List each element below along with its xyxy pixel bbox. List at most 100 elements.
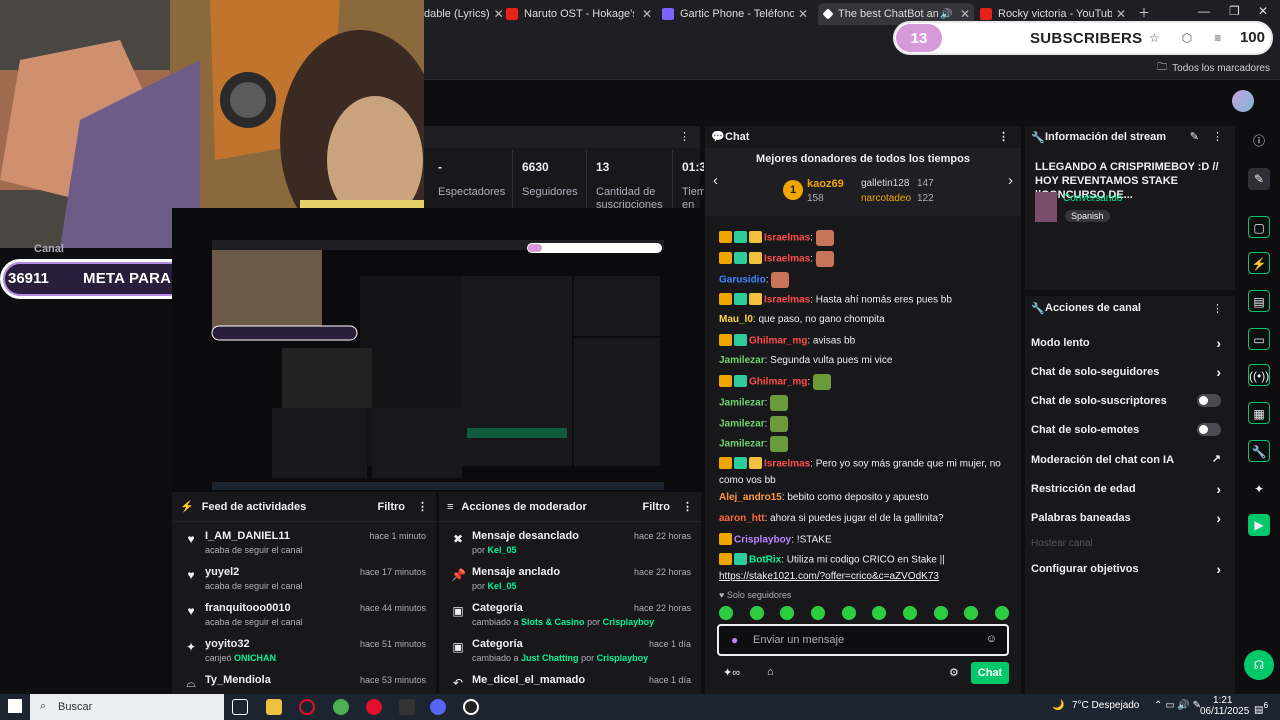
filter-button[interactable]: Filtro bbox=[643, 501, 671, 513]
all-bookmarks[interactable]: 🗀 Todos los marcadores bbox=[1157, 60, 1270, 77]
new-tab-button[interactable]: ＋ bbox=[1138, 4, 1150, 21]
chat-message[interactable]: Jamilezar: bbox=[719, 416, 1019, 433]
emote-icon[interactable] bbox=[749, 606, 764, 620]
chat-username[interactable]: Jamilezar bbox=[719, 398, 765, 409]
chat-message[interactable]: Jamilezar: Segunda vulta pues mi vice bbox=[719, 353, 1019, 369]
chat-message[interactable]: BotRix: Utiliza mi codigo CRICO en Stake… bbox=[719, 552, 1019, 585]
chat-username[interactable]: BotRix bbox=[749, 555, 781, 566]
feed-item[interactable]: ✦ yoyito32 canjeó ONICHAN hace 51 minuto… bbox=[172, 636, 436, 672]
maximize-button[interactable]: ❐ bbox=[1229, 4, 1240, 18]
chat-message[interactable]: Israelmas: bbox=[719, 230, 1019, 247]
chat-username[interactable]: Jamilezar bbox=[719, 355, 765, 366]
more-options-icon[interactable]: ⋮ bbox=[1212, 302, 1223, 315]
more-options-icon[interactable]: ⋮ bbox=[682, 500, 693, 513]
emote-icon[interactable] bbox=[933, 606, 948, 620]
chat-username[interactable]: Israelmas bbox=[764, 295, 810, 306]
playlist-icon[interactable]: ≡ bbox=[1214, 31, 1221, 45]
filter-button[interactable]: Filtro bbox=[378, 501, 406, 513]
chat-username[interactable]: Israelmas bbox=[764, 459, 810, 470]
close-window-button[interactable]: ✕ bbox=[1258, 4, 1268, 18]
feed-item[interactable]: ♥ I_AM_DANIEL11 acaba de seguir el canal… bbox=[172, 528, 436, 564]
more-options-icon[interactable]: ⋮ bbox=[998, 130, 1009, 143]
discord-icon[interactable] bbox=[430, 699, 446, 715]
chat-message[interactable]: Israelmas: Hasta ahí nomás eres pues bb bbox=[719, 292, 1019, 309]
chat-username[interactable]: Alej_andro15 bbox=[719, 492, 782, 503]
emote-icon[interactable] bbox=[902, 606, 917, 620]
chat-username[interactable]: Jamilezar bbox=[719, 439, 765, 450]
mod-item[interactable]: ▣ Categoría cambiado a Slots & Casino po… bbox=[439, 600, 701, 636]
stream-category[interactable]: Conversando bbox=[1063, 193, 1122, 204]
next-arrow-icon[interactable]: › bbox=[1008, 172, 1013, 189]
chat-username[interactable]: Jamilezar bbox=[719, 419, 765, 430]
chat-input[interactable]: ● Enviar un mensaje ☺ bbox=[717, 624, 1009, 656]
clock-date[interactable]: 06/11/2025 bbox=[1200, 706, 1249, 717]
channel-points-icon[interactable]: ✦∞ bbox=[723, 666, 740, 679]
weather-label[interactable]: 7°C Despejado bbox=[1072, 700, 1139, 711]
opera-icon[interactable] bbox=[299, 699, 315, 715]
chat-message[interactable]: Israelmas: Pero yo soy más grande que mi… bbox=[719, 456, 1019, 489]
more-options-icon[interactable]: ⋮ bbox=[1212, 130, 1223, 143]
chat-message[interactable]: Crisplayboy: !STAKE bbox=[719, 532, 1019, 549]
chat-username[interactable]: Mau_l0 bbox=[719, 314, 753, 325]
close-tab-icon[interactable]: ✕ bbox=[1112, 7, 1130, 21]
layout-icon[interactable]: ▦ bbox=[1248, 402, 1270, 424]
clock-time[interactable]: 1:21 bbox=[1213, 695, 1232, 706]
mod-item[interactable]: 📌 Mensaje anclado por Kel_05 hace 22 hor… bbox=[439, 564, 701, 600]
emote-icon[interactable] bbox=[994, 606, 1009, 620]
close-tab-icon[interactable]: ✕ bbox=[956, 7, 974, 21]
chat-message[interactable]: Jamilezar: bbox=[719, 436, 1019, 453]
action-banned-words[interactable]: Palabras baneadas › bbox=[1031, 510, 1229, 526]
chat-username[interactable]: aaron_htt bbox=[719, 513, 765, 524]
taskbar-search[interactable]: ⌕ Buscar bbox=[30, 694, 224, 720]
mod-item[interactable]: ✖ Mensaje desanclado por Kel_05 hace 22 … bbox=[439, 528, 701, 564]
feed-item[interactable]: ♥ franquitooo0010 acaba de seguir el can… bbox=[172, 600, 436, 636]
settings-gear-icon[interactable]: ⚙ bbox=[949, 666, 959, 679]
close-tab-icon[interactable]: ✕ bbox=[794, 7, 812, 21]
windows-start-icon[interactable] bbox=[8, 699, 22, 713]
action-ai-moderation[interactable]: Moderación del chat con IA ↗ bbox=[1031, 453, 1229, 466]
emote-icon[interactable] bbox=[719, 606, 733, 620]
chat-message[interactable]: Ghilmar_mg: avisas bb bbox=[719, 333, 1019, 350]
more-options-icon[interactable]: ⋮ bbox=[417, 500, 428, 513]
chat-message[interactable]: Garusidio: bbox=[719, 272, 1019, 289]
mod-item[interactable]: ▣ Categoría cambiado a Just Chatting por… bbox=[439, 636, 701, 672]
action-age-restriction[interactable]: Restricción de edad › bbox=[1031, 481, 1229, 497]
close-tab-icon[interactable]: ✕ bbox=[638, 7, 656, 21]
browser-tab[interactable]: Gartic Phone - Teléfono Descom✕ bbox=[662, 3, 812, 25]
emote-icon[interactable] bbox=[780, 606, 795, 620]
chrome-icon[interactable] bbox=[333, 699, 349, 715]
browser-tab[interactable]: dable (Lyrics) ✕ bbox=[424, 3, 504, 25]
obs-icon[interactable] bbox=[463, 699, 479, 715]
file-explorer-icon[interactable] bbox=[266, 699, 282, 715]
emote-icon[interactable] bbox=[964, 606, 979, 620]
gift-icon[interactable]: ⌂ bbox=[767, 666, 774, 678]
emote-icon[interactable] bbox=[841, 606, 856, 620]
chat-username[interactable]: Israelmas bbox=[764, 233, 810, 244]
wrench-icon[interactable]: 🔧 bbox=[1248, 440, 1270, 462]
chat-username[interactable]: Ghilmar_mg bbox=[749, 336, 807, 347]
more-options-icon[interactable]: ⋮ bbox=[679, 130, 690, 143]
action-emotes-only[interactable]: Chat de solo-emotes bbox=[1031, 423, 1229, 436]
lightning-icon[interactable]: ⚡ bbox=[1248, 252, 1270, 274]
mic-icon[interactable]: ● bbox=[731, 633, 738, 647]
audio-playing-icon[interactable]: 🔊 bbox=[940, 9, 952, 20]
chat-username[interactable]: Ghilmar_mg bbox=[749, 377, 807, 388]
action-subscribers-only[interactable]: Chat de solo-suscriptores bbox=[1031, 394, 1229, 407]
channel-points-icon[interactable]: ✦ bbox=[1248, 478, 1270, 500]
subscribers-only-toggle[interactable] bbox=[1197, 394, 1221, 407]
emoji-icon[interactable]: ☺ bbox=[986, 633, 997, 645]
chat-username[interactable]: Crisplayboy bbox=[734, 535, 791, 546]
tray-icons[interactable]: ⌃ ▭ 🔊 ✎ bbox=[1154, 700, 1201, 711]
clip-icon[interactable]: ▢ bbox=[1248, 216, 1270, 238]
action-followers-only[interactable]: Chat de solo-seguidores › bbox=[1031, 364, 1229, 380]
broadcast-icon[interactable]: ((•)) bbox=[1248, 364, 1270, 386]
chat-username[interactable]: Israelmas bbox=[764, 254, 810, 265]
stream-preview[interactable] bbox=[172, 208, 704, 492]
send-chat-button[interactable]: Chat bbox=[971, 662, 1009, 684]
document-icon[interactable]: ▤ bbox=[1248, 290, 1270, 312]
chat-message[interactable]: aaron_htt: ahora si puedes jugar el de l… bbox=[719, 511, 1019, 527]
emote-icon[interactable] bbox=[872, 606, 887, 620]
action-slow-mode[interactable]: Modo lento › bbox=[1031, 335, 1229, 351]
notifications-icon[interactable]: ▤6 bbox=[1254, 700, 1268, 715]
chat-icon[interactable]: ▭ bbox=[1248, 328, 1270, 350]
